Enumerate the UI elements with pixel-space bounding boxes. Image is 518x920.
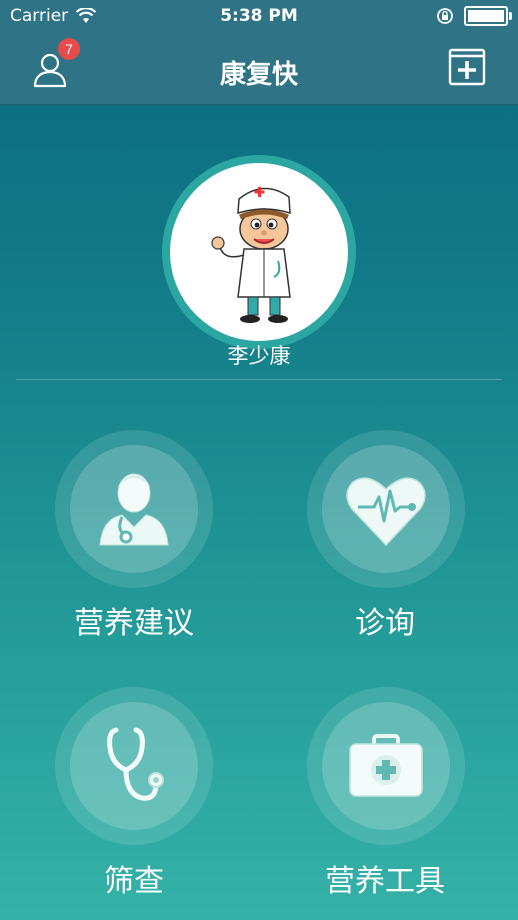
avatar[interactable] xyxy=(162,155,356,349)
first-aid-kit-icon xyxy=(349,734,423,797)
plus-box-icon[interactable] xyxy=(448,48,486,86)
rotation-lock-icon xyxy=(437,8,453,24)
menu-item-label: 营养建议 xyxy=(74,606,194,641)
page-title: 康复快 xyxy=(219,60,298,90)
consultation-circle[interactable] xyxy=(307,430,465,588)
nutrition-advice-circle[interactable] xyxy=(55,430,213,588)
notification-badge: 7 xyxy=(58,38,80,60)
screening-circle[interactable] xyxy=(55,687,213,845)
avatar-image xyxy=(170,163,348,341)
status-bar: Carrier 5:38 PM xyxy=(0,0,518,34)
divider xyxy=(16,379,502,380)
menu-item-label: 营养工具 xyxy=(325,864,445,899)
stethoscope-icon xyxy=(107,727,164,801)
menu-item-label: 筛查 xyxy=(104,864,164,899)
menu-item-label: 诊询 xyxy=(355,606,415,641)
heart-pulse-icon xyxy=(346,477,426,547)
status-right xyxy=(436,6,512,26)
nutrition-tools-circle[interactable] xyxy=(307,687,465,845)
profile-name: 李少康 xyxy=(227,344,291,368)
doctor-icon xyxy=(99,473,169,546)
battery-icon xyxy=(464,6,512,26)
doctor-cartoon-avatar xyxy=(211,187,291,323)
